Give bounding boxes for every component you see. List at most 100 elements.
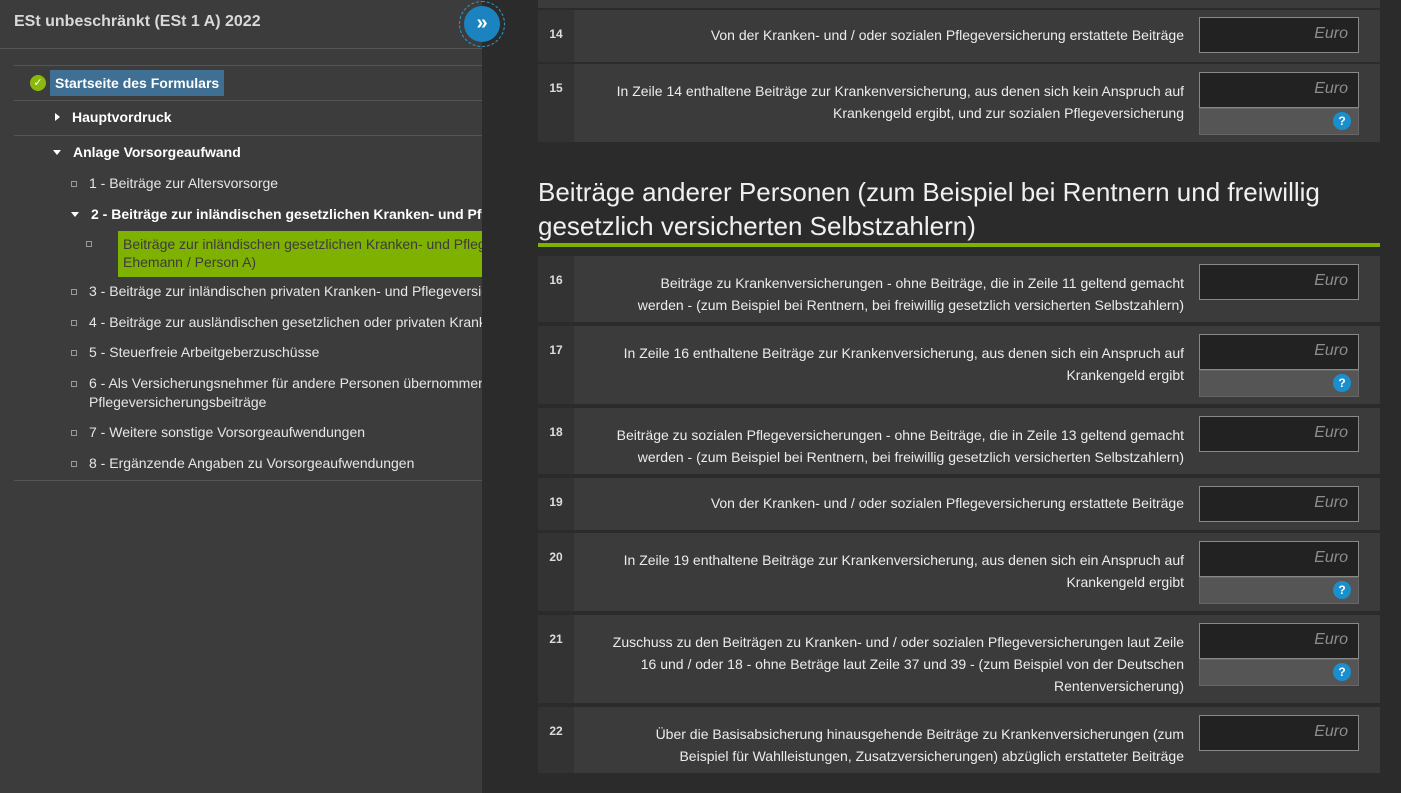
nav-subitem-4[interactable]: 4 - Beiträge zur ausländischen gesetzlic…	[71, 313, 482, 332]
form-content: 14 Von der Kranken- und / oder sozialen …	[482, 0, 1401, 793]
check-icon: ✓	[30, 75, 46, 91]
euro-input[interactable]: Euro	[1199, 715, 1359, 751]
euro-input[interactable]: Euro	[1199, 17, 1359, 53]
nav-subitem-7[interactable]: 7 - Weitere sonstige Vorsorgeaufwendunge…	[71, 423, 482, 442]
row-label-line: Beiträge zu Krankenversicherungen - ohne…	[660, 275, 1184, 291]
row-label-line: Krankengeld ergibt	[1066, 367, 1184, 383]
row-label-line: In Zeile 14 enthaltene Beiträge zur Kran…	[616, 83, 1184, 99]
euro-input[interactable]: Euro	[1199, 541, 1359, 577]
row-label-line: Von der Kranken- und / oder sozialen Pfl…	[710, 27, 1184, 43]
row-label-line: Rentenversicherung)	[1054, 678, 1184, 694]
form-row-15: 15 In Zeile 14 enthaltene Beiträge zur K…	[538, 64, 1380, 142]
nav-subitem-5[interactable]: 5 - Steuerfreie Arbeitgeberzuschüsse	[71, 343, 482, 362]
help-bar: ?	[1199, 659, 1359, 686]
form-row-22: 22 Über die Basisabsicherung hinausgehen…	[538, 707, 1380, 773]
nav-subitem-label: 5 - Steuerfreie Arbeitgeberzuschüsse	[89, 344, 320, 360]
form-row-16: 16 Beiträge zu Krankenversicherungen - o…	[538, 256, 1380, 322]
toggle-sidebar-button[interactable]: »	[459, 1, 505, 47]
row-label-line: Über die Basisabsicherung hinausgehende …	[655, 726, 1184, 742]
nav-subitem-6[interactable]: 6 - Als Versicherungsnehmer für andere P…	[71, 374, 482, 412]
nav-subsubitem-active[interactable]: Beiträge zur inländischen gesetzlichen K…	[86, 231, 482, 277]
bullet-icon	[71, 374, 89, 412]
bullet-icon	[71, 423, 89, 442]
form-row-18: 18 Beiträge zu sozialen Pflegeversicheru…	[538, 408, 1380, 474]
row-label-line: In Zeile 16 enthaltene Beiträge zur Kran…	[623, 345, 1184, 361]
row-label-line: werden - (zum Beispiel bei Rentnern, bei…	[637, 449, 1184, 465]
row-label-line: werden - (zum Beispiel bei Rentnern, bei…	[637, 297, 1184, 313]
row-label-line: Zuschuss zu den Beiträgen zu Kranken- un…	[612, 634, 1184, 650]
euro-input[interactable]: Euro	[1199, 416, 1359, 452]
bullet-icon	[71, 174, 89, 193]
bullet-icon	[71, 454, 89, 473]
nav-item-anlage-vorsorgeaufwand[interactable]: Anlage Vorsorgeaufwand	[53, 144, 241, 160]
form-row-14: 14 Von der Kranken- und / oder sozialen …	[538, 10, 1380, 62]
section-title: Beiträge anderer Personen (zum Beispiel …	[538, 175, 1380, 243]
section-title-line1: Beiträge anderer Personen (zum Beispiel …	[538, 177, 1320, 207]
help-icon[interactable]: ?	[1333, 374, 1351, 392]
nav-subitem-2[interactable]: 2 - Beiträge zur inländischen gesetzlich…	[71, 205, 482, 224]
bullet-icon	[71, 282, 89, 301]
euro-input[interactable]: Euro	[1199, 486, 1359, 522]
euro-input[interactable]: Euro	[1199, 264, 1359, 300]
nav-subitem-label: 1 - Beiträge zur Altersvorsorge	[89, 175, 279, 191]
row-number: 22	[538, 707, 574, 773]
row-label-line: Beiträge zu sozialen Pflegeversicherunge…	[616, 427, 1184, 443]
nav-subitem-label: 2 - Beiträge zur inländischen gesetzlich…	[91, 206, 482, 222]
help-icon[interactable]: ?	[1333, 663, 1351, 681]
section-title-line2: gesetzlich versicherten Selbstzahlern)	[538, 211, 976, 241]
nav-subitem-8[interactable]: 8 - Ergänzende Angaben zu Vorsorgeaufwen…	[71, 454, 482, 473]
form-row-17: 17 In Zeile 16 enthaltene Beiträge zur K…	[538, 326, 1380, 404]
help-icon[interactable]: ?	[1333, 112, 1351, 130]
nav-subitem-1[interactable]: 1 - Beiträge zur Altersvorsorge	[71, 174, 482, 193]
active-item-line2: Ehemann / Person A)	[123, 254, 257, 270]
row-number: 14	[538, 10, 574, 62]
euro-input[interactable]: Euro	[1199, 623, 1359, 659]
row-label-line: Von der Kranken- und / oder sozialen Pfl…	[710, 495, 1184, 511]
row-label-line: 16 und / oder 18 - ohne Beträge laut Zei…	[640, 656, 1184, 672]
form-title: ESt unbeschränkt (ESt 1 A) 2022	[14, 13, 261, 30]
active-item-line1: Beiträge zur inländischen gesetzlichen K…	[123, 236, 482, 252]
bullet-icon	[71, 313, 89, 332]
help-icon[interactable]: ?	[1333, 581, 1351, 599]
row-number: 18	[538, 408, 574, 474]
nav-item-hauptvordruck[interactable]: Hauptvordruck	[55, 109, 172, 125]
bullet-icon	[86, 231, 104, 277]
nav-item-anlage-label: Anlage Vorsorgeaufwand	[73, 144, 241, 160]
section-divider	[538, 243, 1380, 247]
form-navigation-sidebar: ESt unbeschränkt (ESt 1 A) 2022 ✓ Starts…	[0, 0, 482, 793]
row-label: Über die Basisabsicherung hinausgehende …	[574, 723, 1184, 767]
help-bar: ?	[1199, 370, 1359, 397]
caret-right-icon	[55, 113, 60, 121]
row-label: In Zeile 19 enthaltene Beiträge zur Kran…	[574, 549, 1184, 593]
euro-input[interactable]: Euro	[1199, 72, 1359, 108]
help-bar: ?	[1199, 108, 1359, 135]
divider	[14, 480, 482, 481]
form-row-20: 20 In Zeile 19 enthaltene Beiträge zur K…	[538, 533, 1380, 611]
row-label: Zuschuss zu den Beiträgen zu Kranken- un…	[574, 631, 1184, 697]
row-label-line: Krankengeld ergibt, und zur sozialen Pfl…	[833, 105, 1184, 121]
row-label-line: Krankengeld ergibt	[1066, 574, 1184, 590]
divider	[14, 100, 482, 101]
help-bar: ?	[1199, 577, 1359, 604]
caret-down-icon	[53, 149, 61, 155]
nav-item-startseite[interactable]: ✓ Startseite des Formulars	[30, 70, 225, 96]
nav-subitem-label: 6 - Als Versicherungsnehmer für andere P…	[89, 374, 482, 412]
nav-subitem-label: 3 - Beiträge zur inländischen privaten K…	[89, 283, 482, 299]
nav-item-hauptvordruck-label: Hauptvordruck	[72, 109, 172, 125]
row-number: 17	[538, 326, 574, 404]
form-row-19: 19 Von der Kranken- und / oder sozialen …	[538, 478, 1380, 530]
divider	[14, 65, 482, 66]
row-label: In Zeile 16 enthaltene Beiträge zur Kran…	[574, 342, 1184, 386]
double-chevron-right-icon: »	[464, 6, 500, 42]
row-number: 20	[538, 533, 574, 611]
nav-subitem-line1: 6 - Als Versicherungsnehmer für andere P…	[89, 375, 482, 391]
nav-subitem-3[interactable]: 3 - Beiträge zur inländischen privaten K…	[71, 282, 482, 301]
caret-down-icon	[71, 212, 79, 217]
euro-input[interactable]: Euro	[1199, 334, 1359, 370]
nav-subitem-label: 7 - Weitere sonstige Vorsorgeaufwendunge…	[89, 424, 366, 440]
row-label-line: In Zeile 19 enthaltene Beiträge zur Kran…	[623, 552, 1184, 568]
row-number: 15	[538, 64, 574, 142]
row-label: Beiträge zu Krankenversicherungen - ohne…	[574, 272, 1184, 316]
form-row-21: 21 Zuschuss zu den Beiträgen zu Kranken-…	[538, 615, 1380, 703]
nav-subitem-label: 8 - Ergänzende Angaben zu Vorsorgeaufwen…	[89, 455, 415, 471]
